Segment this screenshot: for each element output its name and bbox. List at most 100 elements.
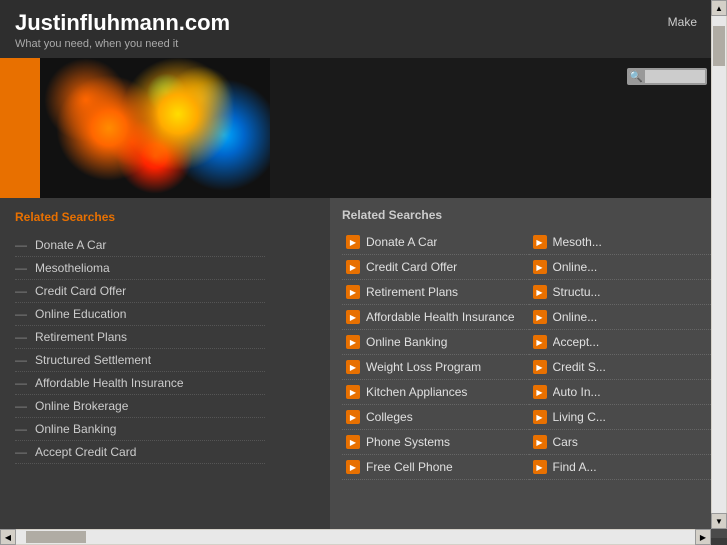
left-arrow-icon: — [15, 445, 27, 459]
right-items-grid: ▶ Donate A Car▶ Mesoth...▶ Credit Card O… [342, 230, 715, 480]
left-sidebar-item[interactable]: — Donate A Car [15, 234, 265, 257]
right-item-label2: Credit S... [553, 360, 606, 374]
right-arrow-icon2: ▶ [533, 285, 547, 299]
right-arrow-icon: ▶ [346, 460, 360, 474]
left-sidebar-item[interactable]: — Online Banking [15, 418, 265, 441]
right-item-col2[interactable]: ▶ Online... [529, 255, 716, 280]
right-item-label2: Online... [553, 310, 598, 324]
left-item-label: Online Brokerage [35, 399, 128, 413]
left-arrow-icon: — [15, 238, 27, 252]
search-icon: 🔍 [629, 70, 643, 83]
right-item-col1[interactable]: ▶ Affordable Health Insurance [342, 305, 529, 330]
right-arrow-icon2: ▶ [533, 360, 547, 374]
right-arrow-icon2: ▶ [533, 310, 547, 324]
scroll-down-btn[interactable]: ▼ [711, 513, 727, 529]
right-item-col2[interactable]: ▶ Credit S... [529, 355, 716, 380]
site-header: Justinfluhmann.com What you need, when y… [0, 0, 727, 58]
right-item-col2[interactable]: ▶ Mesoth... [529, 230, 716, 255]
scroll-right-btn[interactable]: ▶ [695, 529, 711, 545]
left-arrow-icon: — [15, 422, 27, 436]
right-item-col1[interactable]: ▶ Weight Loss Program [342, 355, 529, 380]
right-arrow-icon2: ▶ [533, 385, 547, 399]
banner-accent [0, 58, 40, 198]
right-item-col1[interactable]: ▶ Donate A Car [342, 230, 529, 255]
right-item-label: Phone Systems [366, 435, 450, 449]
right-arrow-icon: ▶ [346, 235, 360, 249]
left-item-label: Online Banking [35, 422, 116, 436]
left-sidebar-item[interactable]: — Retirement Plans [15, 326, 265, 349]
scroll-thumb-h[interactable] [26, 531, 86, 543]
right-item-col1[interactable]: ▶ Credit Card Offer [342, 255, 529, 280]
right-arrow-icon2: ▶ [533, 460, 547, 474]
horizontal-scrollbar[interactable]: ◀ ▶ [0, 529, 711, 545]
right-arrow-icon: ▶ [346, 285, 360, 299]
left-sidebar-item[interactable]: — Mesothelioma [15, 257, 265, 280]
right-arrow-icon2: ▶ [533, 335, 547, 349]
search-box: 🔍 [627, 68, 707, 85]
scroll-track-h [16, 530, 695, 544]
right-arrow-icon: ▶ [346, 310, 360, 324]
right-item-col2[interactable]: ▶ Structu... [529, 280, 716, 305]
left-item-label: Donate A Car [35, 238, 106, 252]
left-sidebar-item[interactable]: — Accept Credit Card [15, 441, 265, 464]
right-item-col2[interactable]: ▶ Online... [529, 305, 716, 330]
left-sidebar-item[interactable]: — Online Brokerage [15, 395, 265, 418]
vertical-scrollbar[interactable]: ▲ ▼ [711, 0, 727, 529]
right-item-col1[interactable]: ▶ Phone Systems [342, 430, 529, 455]
right-arrow-icon: ▶ [346, 360, 360, 374]
scroll-thumb-v[interactable] [713, 26, 725, 66]
left-item-label: Accept Credit Card [35, 445, 136, 459]
left-sidebar-item[interactable]: — Credit Card Offer [15, 280, 265, 303]
left-item-label: Mesothelioma [35, 261, 110, 275]
right-item-col1[interactable]: ▶ Free Cell Phone [342, 455, 529, 480]
right-item-col1[interactable]: ▶ Retirement Plans [342, 280, 529, 305]
right-item-col1[interactable]: ▶ Kitchen Appliances [342, 380, 529, 405]
left-arrow-icon: — [15, 307, 27, 321]
right-arrow-icon: ▶ [346, 385, 360, 399]
left-related-searches-title: Related Searches [15, 210, 265, 224]
left-item-label: Online Education [35, 307, 126, 321]
left-item-label: Affordable Health Insurance [35, 376, 184, 390]
right-item-label2: Online... [553, 260, 598, 274]
left-arrow-icon: — [15, 353, 27, 367]
right-panel: Related Searches ▶ Donate A Car▶ Mesoth.… [330, 198, 727, 538]
left-sidebar-item[interactable]: — Structured Settlement [15, 349, 265, 372]
right-arrow-icon: ▶ [346, 435, 360, 449]
right-item-label: Donate A Car [366, 235, 437, 249]
right-item-col2[interactable]: ▶ Cars [529, 430, 716, 455]
right-item-col2[interactable]: ▶ Find A... [529, 455, 716, 480]
right-arrow-icon2: ▶ [533, 410, 547, 424]
right-item-col1[interactable]: ▶ Online Banking [342, 330, 529, 355]
right-item-label: Colleges [366, 410, 413, 424]
right-item-label: Credit Card Offer [366, 260, 457, 274]
make-link[interactable]: Make [668, 15, 697, 29]
right-item-col2[interactable]: ▶ Auto In... [529, 380, 716, 405]
right-arrow-icon2: ▶ [533, 260, 547, 274]
right-item-col2[interactable]: ▶ Accept... [529, 330, 716, 355]
left-arrow-icon: — [15, 399, 27, 413]
right-item-label: Weight Loss Program [366, 360, 481, 374]
scroll-up-btn[interactable]: ▲ [711, 0, 727, 16]
site-tagline: What you need, when you need it [15, 38, 712, 50]
right-item-label2: Living C... [553, 410, 606, 424]
search-input[interactable] [645, 70, 705, 83]
scroll-left-btn[interactable]: ◀ [0, 529, 16, 545]
left-sidebar-item[interactable]: — Affordable Health Insurance [15, 372, 265, 395]
left-arrow-icon: — [15, 284, 27, 298]
right-arrow-icon2: ▶ [533, 435, 547, 449]
right-item-label: Kitchen Appliances [366, 385, 467, 399]
right-arrow-icon: ▶ [346, 260, 360, 274]
left-item-label: Retirement Plans [35, 330, 127, 344]
left-sidebar-item[interactable]: — Online Education [15, 303, 265, 326]
main-content: Related Searches — Donate A Car— Mesothe… [0, 198, 727, 538]
right-item-col1[interactable]: ▶ Colleges [342, 405, 529, 430]
right-related-searches-title: Related Searches [342, 208, 715, 222]
banner-image [40, 58, 270, 198]
right-item-label2: Accept... [553, 335, 600, 349]
right-item-col2[interactable]: ▶ Living C... [529, 405, 716, 430]
right-item-label2: Structu... [553, 285, 601, 299]
banner: 🔍 [0, 58, 727, 198]
left-arrow-icon: — [15, 376, 27, 390]
right-item-label2: Mesoth... [553, 235, 602, 249]
left-item-label: Credit Card Offer [35, 284, 126, 298]
